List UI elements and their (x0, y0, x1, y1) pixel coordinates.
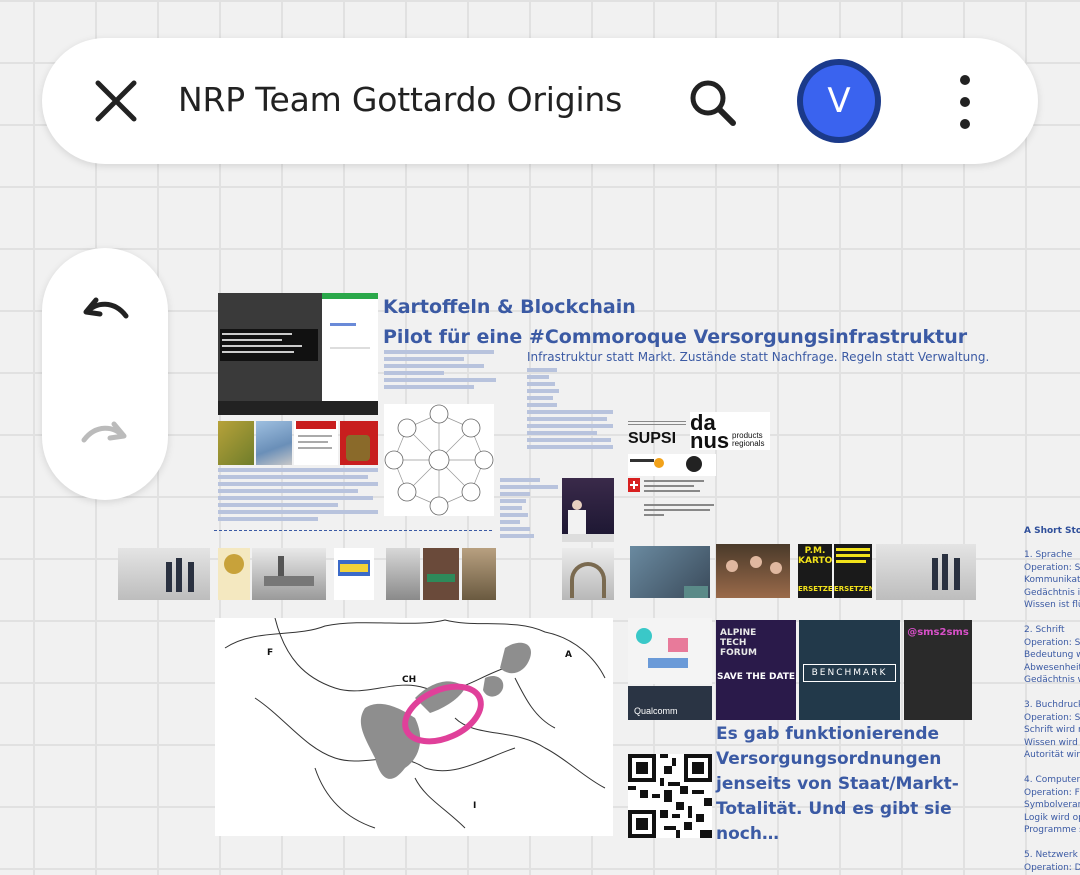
flyer-thumbnail[interactable] (334, 548, 374, 600)
connector-line (214, 530, 492, 532)
redo-button[interactable] (78, 414, 132, 458)
redo-icon (81, 421, 127, 443)
group-photo[interactable] (716, 544, 790, 598)
side-entry-2: 2. Schrift Operation: Sp Bedeutung w Abw… (1024, 625, 1080, 685)
network-diagram[interactable] (384, 404, 494, 516)
danus-logo[interactable]: da nus products regionals (690, 410, 770, 453)
text-block-left (218, 468, 378, 524)
more-vertical-icon (960, 75, 970, 129)
board-quote: Es gab funktionierende Versorgungsordnun… (716, 724, 959, 844)
side-entry-1: 1. Sprache Operation: Sy Kommunikati Ged… (1024, 550, 1080, 610)
poster-thumbnail[interactable] (218, 548, 250, 600)
gallery-photo[interactable] (118, 548, 210, 600)
sponsor-logos-small (628, 454, 716, 476)
text-block-mid (384, 350, 496, 392)
slide-screenshot[interactable] (218, 293, 378, 415)
street-photo[interactable] (462, 548, 496, 600)
side-panel-title: A Short Story (1024, 526, 1080, 536)
alpine-tech-forum-poster[interactable]: ALPINE TECH FORUM SAVE THE DATE (716, 620, 796, 720)
arch-photo[interactable] (562, 548, 614, 600)
gallery-photo-2[interactable] (876, 544, 976, 600)
map-label-a: A (565, 650, 572, 660)
undo-icon (83, 297, 129, 319)
map-label-i: I (473, 801, 477, 811)
doc-thumbnail[interactable] (294, 421, 338, 465)
danus-logo-nus: nus (690, 428, 730, 453)
blockchain-poster[interactable]: ERSETZEN (834, 544, 872, 598)
switzerland-map[interactable]: F CH A I (215, 618, 613, 836)
kartoffeln-poster[interactable]: P.M. KARTOFFELN ERSETZEN (798, 544, 832, 598)
qr-code-svg (628, 754, 712, 838)
map-svg (224, 618, 606, 829)
hashtag-poster[interactable] (423, 548, 459, 600)
text-block-right (500, 478, 558, 541)
save-the-date-label: SAVE THE DATE (716, 672, 796, 682)
qualcomm-logo[interactable]: Qualcomm (628, 686, 712, 720)
search-button[interactable] (686, 76, 740, 130)
map-label-f: F (267, 648, 274, 658)
search-icon (690, 80, 736, 126)
side-entry-3: 3. Buchdruck Operation: Sk Schrift wird … (1024, 700, 1080, 760)
ersetzen-label-2: ERSETZEN (834, 585, 872, 593)
close-button[interactable] (90, 75, 142, 127)
landscape-photo[interactable] (218, 421, 254, 465)
map-label-ch: CH (402, 675, 417, 685)
workshop-photo[interactable] (630, 546, 710, 598)
undo-button[interactable] (78, 290, 132, 334)
supsi-logo[interactable]: SUPSI (628, 420, 686, 454)
close-icon (95, 80, 137, 122)
mountain-photo[interactable] (256, 421, 292, 465)
avatar-initial: V (803, 65, 875, 137)
benchmark-label: BENCHMARK (803, 664, 896, 682)
history-controls (42, 248, 168, 500)
event-photo[interactable] (386, 548, 420, 600)
side-entry-5: 5. Netzwerk ( Operation: Di (1024, 850, 1080, 873)
sms2sms-label: @sms2sms (907, 627, 969, 638)
red-poster-thumbnail[interactable] (340, 421, 378, 465)
village-photo[interactable] (252, 548, 326, 600)
alpine-tech-forum-label: ALPINE TECH FORUM (720, 628, 757, 658)
qr-code[interactable] (628, 754, 712, 838)
board-heading-line1: Kartoffeln & Blockchain (383, 296, 636, 318)
board-subtitle: Infrastruktur statt Markt. Zustände stat… (527, 350, 990, 364)
more-options-button[interactable] (950, 74, 980, 130)
swiss-confederation-logo (628, 478, 716, 522)
network-diagram-svg (384, 404, 494, 516)
text-block-center (527, 368, 613, 452)
supsi-logo-text: SUPSI (628, 430, 677, 447)
speaker-photo[interactable] (562, 478, 614, 542)
qualcomm-logo-text: Qualcomm (634, 706, 678, 716)
ersetzen-label-1: ERSETZEN (798, 585, 832, 593)
illustration-thumbnail[interactable] (628, 618, 712, 684)
top-bar: NRP Team Gottardo Origins V (42, 38, 1038, 164)
benchmark-poster[interactable]: BENCHMARK (799, 620, 900, 720)
side-entry-4: 4. Computer ( Operation: Fo Symbolverarb… (1024, 775, 1080, 835)
danus-logo-sub: products regionals (732, 431, 765, 448)
user-avatar-button[interactable]: V (797, 59, 881, 143)
board-title: NRP Team Gottardo Origins (178, 80, 623, 119)
kartoffeln-poster-title: P.M. KARTOFFELN (798, 546, 832, 566)
sms2sms-poster[interactable]: @sms2sms (904, 620, 972, 720)
board-heading-line2: Pilot für eine #Commoroque Versorgungsin… (383, 326, 968, 348)
